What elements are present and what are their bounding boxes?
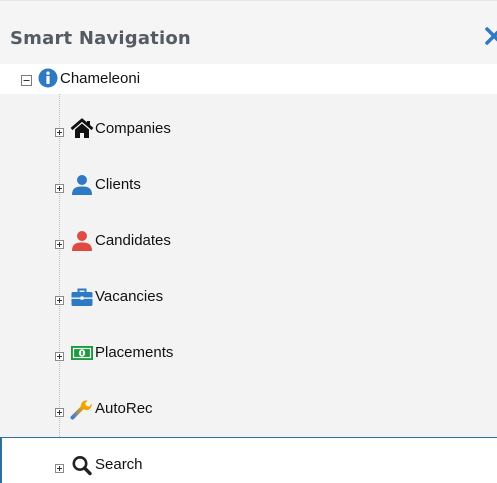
tree-item-search[interactable]: Search	[0, 437, 497, 483]
tree-item-label: Candidates	[95, 232, 171, 249]
tree-children: Companies Clients Candidates Vacancies P…	[0, 94, 497, 483]
user-icon	[70, 174, 94, 196]
tree-item-label: Placements	[95, 344, 174, 361]
money-icon	[70, 342, 94, 364]
tree-item-candidates[interactable]: Candidates	[0, 213, 497, 269]
briefcase-icon	[70, 286, 94, 308]
close-icon[interactable]	[484, 26, 497, 46]
collapse-icon[interactable]	[21, 73, 32, 91]
expand-icon[interactable]	[55, 348, 64, 361]
tree-item-companies[interactable]: Companies	[0, 101, 497, 157]
tree-item-vacancies[interactable]: Vacancies	[0, 269, 497, 325]
expand-icon[interactable]	[55, 236, 64, 249]
expand-icon[interactable]	[55, 460, 64, 473]
tree-item-label: Search	[95, 456, 143, 473]
tree-item-autorec[interactable]: AutoRec	[0, 381, 497, 437]
tree-item-label: Clients	[95, 176, 141, 193]
tree-item-clients[interactable]: Clients	[0, 157, 497, 213]
smart-navigation-panel: Smart Navigation Chameleoni Companies Cl…	[0, 0, 497, 483]
tree-item-label: AutoRec	[95, 400, 153, 417]
tree-root-label: Chameleoni	[60, 70, 141, 87]
wrench-icon	[70, 398, 94, 420]
expand-icon[interactable]	[55, 124, 64, 137]
user-icon	[70, 230, 94, 252]
tree-item-label: Companies	[95, 120, 171, 137]
search-icon	[70, 454, 94, 476]
expand-icon[interactable]	[55, 292, 64, 305]
expand-icon[interactable]	[55, 404, 64, 417]
panel-header: Smart Navigation	[0, 0, 497, 64]
tree-item-placements[interactable]: Placements	[0, 325, 497, 381]
home-icon	[70, 118, 94, 140]
expand-icon[interactable]	[55, 180, 64, 193]
info-circle-icon	[38, 68, 58, 93]
panel-title: Smart Navigation	[10, 28, 191, 49]
tree-item-label: Vacancies	[95, 288, 164, 305]
tree-root-chameleoni[interactable]: Chameleoni	[0, 64, 497, 94]
